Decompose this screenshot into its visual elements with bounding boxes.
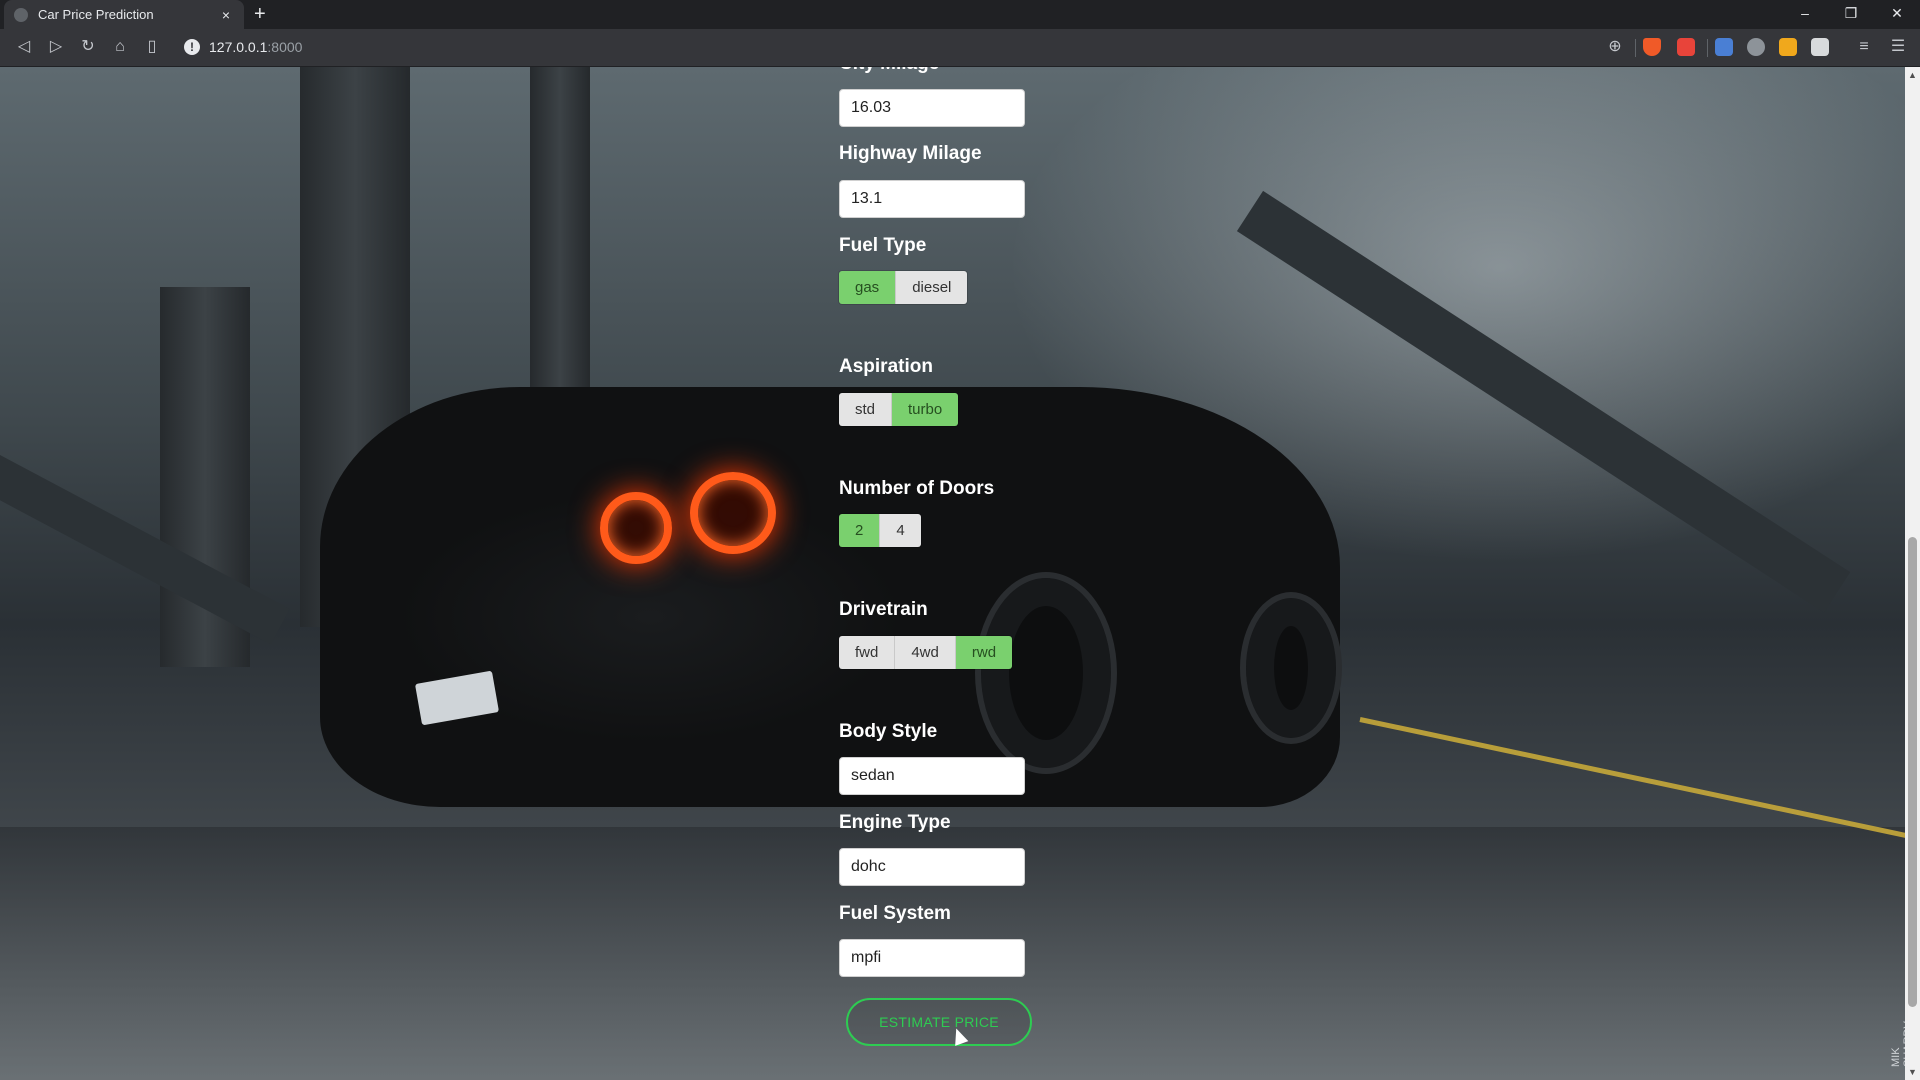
aspiration-toggle: std turbo [839, 393, 959, 426]
doors-label: Number of Doors [839, 478, 995, 499]
estimate-price-button[interactable]: ESTIMATE PRICE [846, 998, 1032, 1046]
scrollbar-thumb[interactable] [1908, 537, 1917, 1007]
car-image [320, 387, 1340, 807]
taillight [600, 492, 672, 564]
reload-icon[interactable]: ↻ [78, 37, 98, 57]
body-style-input[interactable] [839, 757, 1025, 795]
body-style-label: Body Style [839, 721, 938, 742]
toolbar-separator [1635, 39, 1636, 57]
doors-option-2[interactable]: 2 [839, 514, 881, 547]
scroll-down-icon[interactable]: ▼ [1908, 1067, 1917, 1077]
address-bar[interactable]: 127.0.0.1:8000 [209, 39, 302, 55]
fuel-type-toggle: gas diesel [839, 271, 968, 304]
bookmark-icon[interactable]: ▯ [142, 37, 162, 57]
aspiration-option-turbo[interactable]: turbo [892, 393, 959, 426]
engine-type-label: Engine Type [839, 812, 951, 833]
fuel-type-option-gas[interactable]: gas [839, 271, 897, 304]
player-extension-icon[interactable] [1811, 38, 1829, 56]
drivetrain-label: Drivetrain [839, 599, 928, 620]
globe-icon [14, 7, 28, 22]
forward-icon[interactable]: ▷ [46, 37, 66, 57]
tab-strip: Car Price Prediction × + – ❐ ✕ [0, 0, 1920, 29]
url-port: :8000 [267, 39, 303, 55]
toolbar-separator [1707, 39, 1708, 57]
tab-title: Car Price Prediction [38, 7, 154, 22]
car-wheel [1240, 592, 1342, 744]
minimize-button[interactable]: – [1795, 5, 1815, 21]
cloud-extension-icon[interactable] [1747, 38, 1765, 56]
car-wheel [975, 572, 1117, 774]
fuel-system-input[interactable] [839, 939, 1025, 977]
drivetrain-option-rwd[interactable]: rwd [955, 636, 1013, 669]
fuel-system-label: Fuel System [839, 903, 951, 924]
city-mileage-input[interactable] [839, 89, 1025, 127]
drivetrain-option-4wd[interactable]: 4wd [895, 636, 956, 669]
close-window-button[interactable]: ✕ [1887, 5, 1907, 22]
new-tab-button[interactable]: + [254, 3, 266, 25]
aspiration-label: Aspiration [839, 356, 933, 377]
brave-shield-icon[interactable] [1643, 38, 1661, 56]
menu-icon[interactable]: ☰ [1888, 37, 1908, 57]
aspiration-option-std[interactable]: std [839, 393, 893, 426]
drivetrain-option-fwd[interactable]: fwd [839, 636, 896, 669]
fuel-type-label: Fuel Type [839, 235, 927, 256]
highway-mileage-input[interactable] [839, 180, 1025, 218]
fuel-type-option-diesel[interactable]: diesel [896, 271, 968, 304]
translate-extension-icon[interactable] [1715, 38, 1733, 56]
browser-tab[interactable]: Car Price Prediction × [4, 0, 244, 29]
road-marking [1359, 717, 1905, 839]
page-scrollbar[interactable]: ▲ ▼ [1905, 67, 1920, 1080]
browser-toolbar: ◁ ▷ ↻ ⌂ ▯ ! 127.0.0.1:8000 ⊕ ≡ ☰ [0, 29, 1920, 67]
site-info-icon[interactable]: ! [184, 39, 200, 55]
zoom-icon[interactable]: ⊕ [1605, 37, 1625, 57]
back-icon[interactable]: ◁ [14, 37, 34, 57]
restore-button[interactable]: ❐ [1841, 5, 1861, 22]
close-tab-icon[interactable]: × [218, 7, 234, 23]
home-icon[interactable]: ⌂ [110, 37, 130, 57]
reading-list-icon[interactable]: ≡ [1854, 37, 1874, 57]
drivetrain-toggle: fwd 4wd rwd [839, 636, 1013, 669]
highway-mileage-label: Highway Milage [839, 143, 982, 164]
city-mileage-label: City Milage [839, 67, 939, 75]
url-host: 127.0.0.1 [209, 39, 268, 55]
tag-extension-icon[interactable] [1779, 38, 1797, 56]
rewards-icon[interactable] [1677, 38, 1695, 56]
scroll-up-icon[interactable]: ▲ [1908, 70, 1917, 80]
engine-type-input[interactable] [839, 848, 1025, 886]
watermark: MIK SHARDV [1890, 1021, 1905, 1067]
page-viewport: MIK SHARDV City Milage Highway Milage Fu… [0, 67, 1905, 1080]
doors-option-4[interactable]: 4 [880, 514, 921, 547]
taillight [690, 472, 776, 554]
doors-toggle: 2 4 [839, 514, 921, 547]
